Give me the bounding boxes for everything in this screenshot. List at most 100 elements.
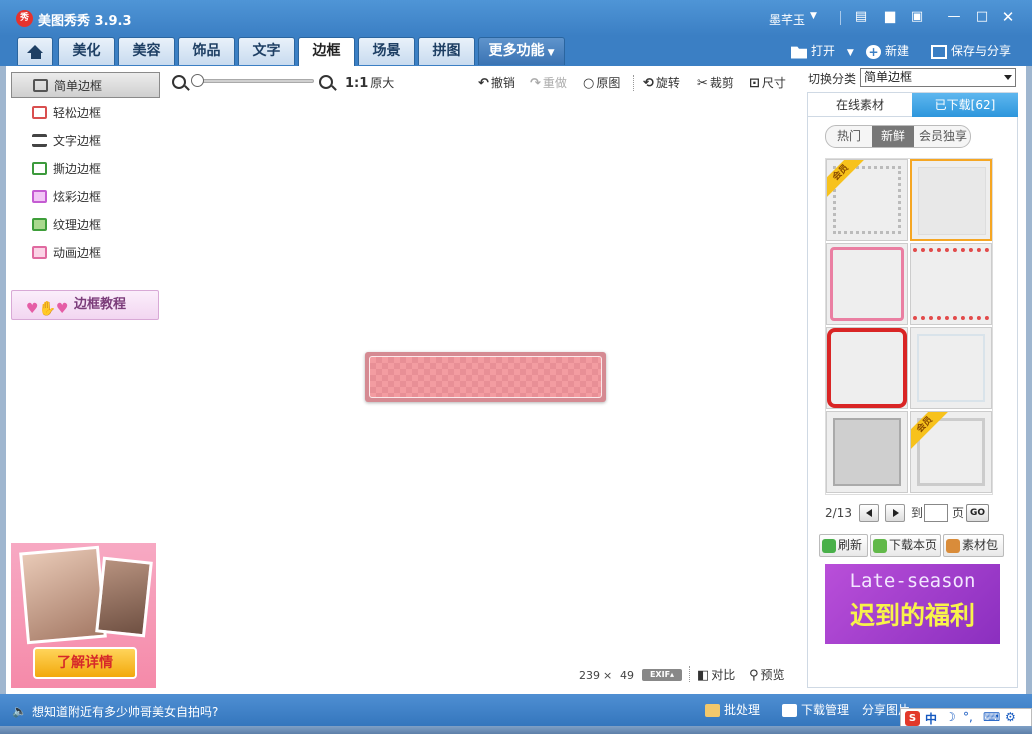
original-label: 原图 <box>596 76 621 90</box>
filter-vip[interactable]: 会员独享 <box>914 126 970 147</box>
ad-banner-left[interactable]: 了解详情 <box>11 543 156 688</box>
user-name[interactable]: 墨芊玉 <box>769 11 805 28</box>
crop-label: 裁剪 <box>709 76 734 90</box>
open-dropdown-icon[interactable]: ▼ <box>847 48 854 58</box>
frame-thumbnail[interactable] <box>826 243 908 325</box>
zoom-out-icon[interactable] <box>172 75 186 89</box>
category-select[interactable]: 简单边框 <box>860 68 1016 87</box>
close-icon[interactable]: ✕ <box>1000 9 1016 25</box>
frame-icon <box>32 246 47 259</box>
prev-page-button[interactable] <box>859 504 879 522</box>
tab-online-materials[interactable]: 在线素材 <box>808 93 912 117</box>
sidebar-item-label: 炫彩边框 <box>53 190 102 204</box>
tab-home[interactable] <box>17 37 53 65</box>
ad-photo <box>19 545 107 645</box>
ad-learn-more-button[interactable]: 了解详情 <box>33 647 137 679</box>
go-button[interactable]: GO <box>966 504 989 522</box>
refresh-icon <box>822 538 836 553</box>
rotate-button[interactable]: ⟲ 旋转 <box>643 74 680 92</box>
download-page-button[interactable]: 下载本页 <box>870 534 941 557</box>
resize-button[interactable]: ⊡ 尺寸 <box>749 74 786 92</box>
frame-thumbnail[interactable] <box>910 243 992 325</box>
menu-icon[interactable]: ▣ <box>909 9 925 25</box>
batch-button[interactable]: 批处理 <box>705 702 760 718</box>
frame-thumbnail-grid: 会员 会员 <box>825 158 993 495</box>
tab-frame[interactable]: 边框 <box>298 37 355 66</box>
page-indicator: 2/13 <box>825 506 852 520</box>
tutorial-button[interactable]: ♥✋♥ 边框教程 <box>11 290 159 320</box>
category-label: 切换分类 <box>808 72 857 86</box>
image-width: 239 <box>579 669 600 682</box>
original-size-button[interactable]: 1:1 原大 <box>345 74 394 92</box>
maximize-icon[interactable]: □ <box>974 9 990 25</box>
exif-button[interactable]: EXIF▴ <box>642 669 682 681</box>
keyboard-icon[interactable]: ⌨ <box>983 710 1000 724</box>
category-value: 简单边框 <box>864 70 913 84</box>
package-icon <box>946 538 960 553</box>
material-pack-button[interactable]: 素材包 <box>943 534 1004 557</box>
next-page-button[interactable] <box>885 504 905 522</box>
sidebar-item-simple[interactable]: 简单边框 <box>11 72 160 98</box>
frame-icon <box>33 79 48 92</box>
ime-mode[interactable]: 中 <box>925 710 937 727</box>
frame-thumbnail[interactable] <box>910 159 992 241</box>
frame-thumbnail[interactable]: 会员 <box>826 159 908 241</box>
skin-icon[interactable]: ▤ <box>853 9 869 25</box>
minimize-icon[interactable]: — <box>946 9 962 25</box>
preview-button[interactable]: ⚲ 预览 <box>749 666 785 684</box>
sidebar-item-colorful[interactable]: 炫彩边框 <box>11 184 160 210</box>
undo-button[interactable]: ↶ 撤销 <box>478 74 515 92</box>
sidebar-item-text[interactable]: 文字边框 <box>11 128 160 154</box>
download-manager-label: 下载管理 <box>801 703 850 717</box>
tab-accessories[interactable]: 饰品 <box>178 37 235 65</box>
sogou-logo-icon: S <box>905 711 920 726</box>
filter-new[interactable]: 新鲜 <box>872 126 914 147</box>
open-button[interactable]: 打开 ▼ <box>791 40 854 62</box>
frame-icon <box>32 162 47 175</box>
sidebar-item-torn[interactable]: 撕边边框 <box>11 156 160 182</box>
ad-banner-right[interactable]: Late-season 迟到的福利 <box>825 564 1000 644</box>
compare-button[interactable]: ◧ 对比 <box>697 666 735 684</box>
moon-icon[interactable]: ☽ <box>945 710 956 724</box>
settings-icon[interactable]: ⚙ <box>1005 710 1016 724</box>
zoom-in-icon[interactable] <box>319 75 333 89</box>
zoom-slider-thumb[interactable] <box>191 74 204 87</box>
status-message[interactable]: 想知道附近有多少帅哥美女自拍吗? <box>32 703 218 720</box>
new-button[interactable]: + 新建 <box>866 40 909 62</box>
sidebar-item-animated[interactable]: 动画边框 <box>11 240 160 266</box>
tab-face[interactable]: 美容 <box>118 37 175 65</box>
frame-thumbnail[interactable] <box>826 411 908 493</box>
sidebar-item-label: 文字边框 <box>53 134 102 148</box>
sidebar-item-easy[interactable]: 轻松边框 <box>11 100 160 126</box>
frame-thumbnail[interactable]: 会员 <box>910 411 992 493</box>
material-pack-label: 素材包 <box>962 538 999 552</box>
refresh-button[interactable]: 刷新 <box>819 534 868 557</box>
save-share-button[interactable]: 保存与分享 <box>931 40 1011 62</box>
tab-collage[interactable]: 拼图 <box>418 37 475 65</box>
crop-button[interactable]: ✂ 裁剪 <box>697 74 734 92</box>
tab-downloaded[interactable]: 已下载[62] <box>912 93 1018 117</box>
save-icon <box>931 44 947 59</box>
frame-thumbnail[interactable] <box>826 327 908 409</box>
tab-text[interactable]: 文字 <box>238 37 295 65</box>
feedback-icon[interactable]: ▆ <box>882 9 898 25</box>
tab-more[interactable]: 更多功能 ▼ <box>478 37 565 65</box>
tab-beautify[interactable]: 美化 <box>58 37 115 65</box>
user-dropdown-icon[interactable]: ▼ <box>810 11 817 21</box>
frame-thumbnail[interactable] <box>910 327 992 409</box>
image-canvas[interactable] <box>365 352 606 402</box>
page-input[interactable] <box>924 504 948 522</box>
undo-icon: ↶ <box>478 76 489 91</box>
ime-toolbar[interactable]: S 中 ☽ °, ⌨ ⚙ <box>900 708 1032 728</box>
redo-button[interactable]: ↷ 重做 <box>530 74 567 92</box>
filter-hot[interactable]: 热门 <box>826 126 872 147</box>
save-share-label: 保存与分享 <box>951 44 1012 58</box>
refresh-label: 刷新 <box>838 538 863 552</box>
punct-icon[interactable]: °, <box>963 710 973 724</box>
original-button[interactable]: ○ 原图 <box>583 74 620 92</box>
download-manager-button[interactable]: 下载管理 <box>782 702 849 718</box>
open-label: 打开 <box>811 44 836 58</box>
sidebar-item-texture[interactable]: 纹理边框 <box>11 212 160 238</box>
zoom-slider[interactable] <box>196 79 314 83</box>
tab-scene[interactable]: 场景 <box>358 37 415 65</box>
